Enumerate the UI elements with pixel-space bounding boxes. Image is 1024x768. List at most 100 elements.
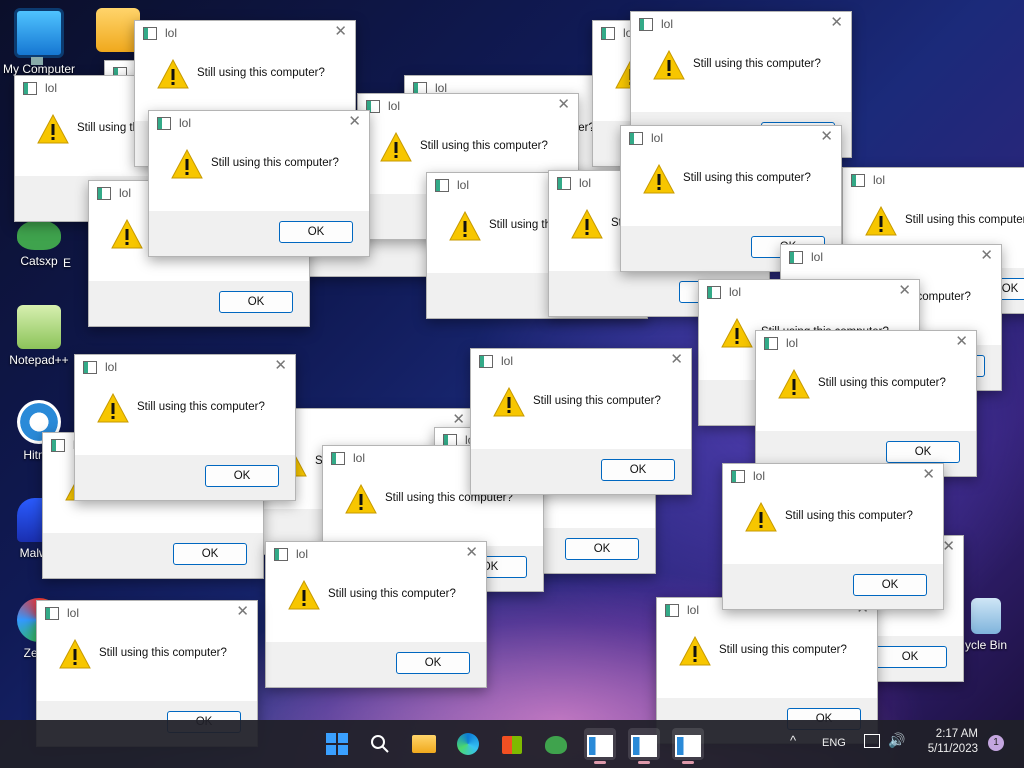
app-window-icon <box>675 735 701 757</box>
title-bar[interactable]: lol ✕ <box>756 331 976 357</box>
search-icon[interactable] <box>364 728 396 760</box>
ok-button[interactable]: OK <box>886 441 960 463</box>
app-icon <box>629 132 643 145</box>
catsxp-icon <box>17 220 61 250</box>
dialog-title: lol <box>179 116 192 130</box>
ok-button[interactable]: OK <box>396 652 470 674</box>
dialog-message: Still using this computer? <box>420 140 548 152</box>
warning-icon <box>571 209 603 239</box>
close-icon[interactable]: ✕ <box>942 539 955 555</box>
dialog-message: Still using this computer? <box>137 401 265 413</box>
dialog-body: Still using this computer? <box>471 375 691 449</box>
desktop-icon-my-computer[interactable]: My Computer <box>1 8 77 76</box>
dialog-message: Still using this computer? <box>693 58 821 70</box>
chevron-up-icon[interactable]: ^ <box>790 733 796 748</box>
language-indicator[interactable]: ENG <box>822 737 846 749</box>
file-explorer-icon[interactable] <box>408 728 440 760</box>
dialog-body: Still using this computer? <box>756 357 976 431</box>
app-icon <box>97 187 111 200</box>
close-icon[interactable]: ✕ <box>274 358 287 374</box>
title-bar[interactable]: lol ✕ <box>723 464 943 490</box>
title-bar[interactable]: lol ✕ <box>358 94 578 120</box>
close-icon[interactable]: ✕ <box>465 545 478 561</box>
close-icon[interactable]: ✕ <box>452 412 465 428</box>
ok-button[interactable]: OK <box>173 543 247 565</box>
taskbar-app-lol-1[interactable] <box>584 728 616 764</box>
app-icon <box>479 355 493 368</box>
title-bar[interactable]: lol ✕ <box>266 542 486 568</box>
computer-icon <box>14 8 64 65</box>
ok-button[interactable]: OK <box>565 538 639 560</box>
message-box-dialog: lol ✕ Still using this computer? OK <box>148 110 370 257</box>
title-bar[interactable]: lol ✕ <box>37 601 257 627</box>
close-icon[interactable]: ✕ <box>236 604 249 620</box>
title-bar[interactable]: lol ✕ <box>621 126 841 152</box>
windows-logo-icon <box>326 733 348 755</box>
app-icon <box>274 548 288 561</box>
ok-button[interactable]: OK <box>853 574 927 596</box>
close-icon[interactable]: ✕ <box>820 129 833 145</box>
message-box-dialog: lol ✕ Still using this computer? OK <box>722 463 944 610</box>
volume-icon[interactable]: 🔊 <box>888 732 905 749</box>
dialog-body: Still using this computer? <box>149 137 369 211</box>
network-icon[interactable] <box>864 734 880 748</box>
ok-button[interactable]: OK <box>601 459 675 481</box>
app-icon <box>435 179 449 192</box>
edge-browser-icon[interactable] <box>452 728 484 760</box>
ok-button[interactable]: OK <box>279 221 353 243</box>
close-icon[interactable]: ✕ <box>922 467 935 483</box>
close-icon[interactable]: ✕ <box>334 24 347 40</box>
title-bar[interactable]: lol ✕ <box>631 12 851 38</box>
close-icon[interactable]: ✕ <box>830 15 843 31</box>
dialog-title: lol <box>457 178 470 192</box>
title-bar[interactable]: lol ✕ <box>843 168 1024 194</box>
warning-icon <box>97 393 129 423</box>
message-box-dialog: lol ✕ Still using this computer? OK <box>470 348 692 495</box>
close-icon[interactable]: ✕ <box>898 283 911 299</box>
dialog-title: lol <box>661 17 674 31</box>
app-icon <box>45 607 59 620</box>
ok-button[interactable]: OK <box>205 465 279 487</box>
close-icon[interactable]: ✕ <box>980 248 993 264</box>
notepad-plus-plus-icon <box>17 305 61 349</box>
dialog-message: Still using this computer? <box>328 588 456 600</box>
dialog-message: Still using this computer? <box>785 510 913 522</box>
warning-icon <box>865 206 897 236</box>
warning-icon <box>679 636 711 666</box>
clock[interactable]: 2:17 AM 5/11/2023 <box>918 727 978 757</box>
ok-button[interactable]: OK <box>219 291 293 313</box>
desktop-icon-e[interactable]: E <box>52 256 82 270</box>
app-icon <box>639 18 653 31</box>
dialog-title: lol <box>388 99 401 113</box>
start-button[interactable] <box>321 728 353 760</box>
dialog-message: Still using this computer? <box>905 214 1024 226</box>
catsxp-taskbar-icon[interactable] <box>540 728 572 760</box>
dialog-title: lol <box>501 354 514 368</box>
title-bar[interactable]: lol ✕ <box>471 349 691 375</box>
title-bar[interactable]: lol ✕ <box>699 280 919 306</box>
title-bar[interactable]: lol ✕ <box>135 21 355 47</box>
title-bar[interactable]: lol ✕ <box>149 111 369 137</box>
message-box-dialog: lol ✕ Still using this computer? OK <box>755 330 977 477</box>
close-icon[interactable]: ✕ <box>557 97 570 113</box>
ok-button[interactable]: OK <box>873 646 947 668</box>
dialog-footer: OK <box>266 642 486 687</box>
close-icon[interactable]: ✕ <box>348 114 361 130</box>
title-bar[interactable]: lol ✕ <box>781 245 1001 271</box>
dialog-body: Still using this computer? <box>723 490 943 564</box>
app-window-icon <box>587 735 613 757</box>
taskbar-app-lol-2[interactable] <box>628 728 660 764</box>
close-icon[interactable]: ✕ <box>670 352 683 368</box>
dialog-footer: OK <box>89 281 309 326</box>
taskbar-app-lol-3[interactable] <box>672 728 704 764</box>
notification-badge[interactable]: 1 <box>988 735 1004 751</box>
title-bar[interactable]: lol ✕ <box>75 355 295 381</box>
dialog-title: lol <box>753 469 766 483</box>
dialog-footer: OK <box>471 449 691 494</box>
app-icon <box>331 452 345 465</box>
microsoft-store-icon[interactable] <box>496 728 528 760</box>
dialog-title: lol <box>67 606 80 620</box>
desktop-icon-notepad-plus-plus[interactable]: Notepad++ <box>1 305 77 367</box>
app-icon <box>557 177 571 190</box>
close-icon[interactable]: ✕ <box>955 334 968 350</box>
